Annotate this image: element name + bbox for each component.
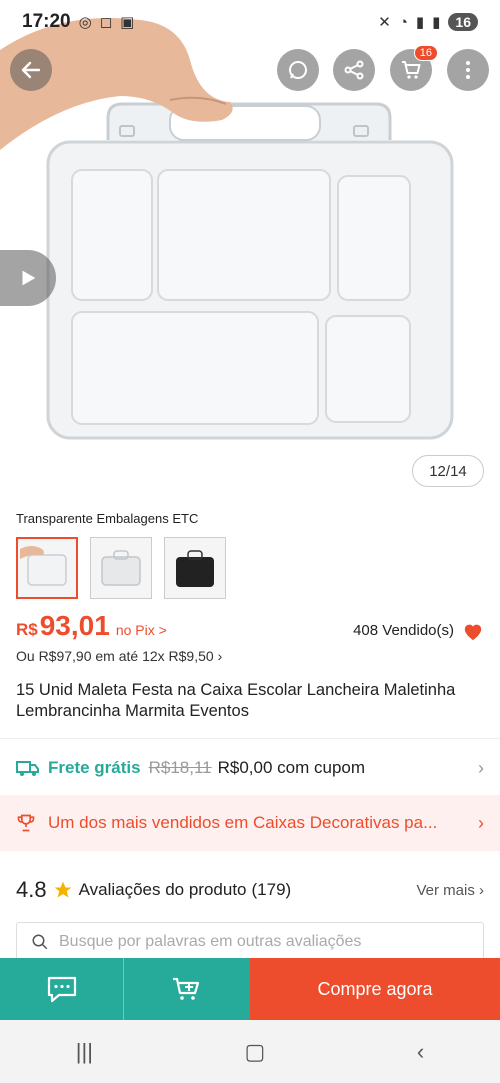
battery-indicator: 16 (448, 13, 478, 31)
more-vertical-icon (466, 61, 470, 79)
heart-icon[interactable] (462, 621, 484, 641)
whatsapp-icon (289, 61, 307, 79)
shipping-row[interactable]: Frete grátis R$18,11 R$0,00 com cupom › (16, 748, 484, 788)
sold-count: 408 Vendido(s) (353, 621, 484, 641)
trophy-icon (17, 814, 35, 832)
clock: 17:20 (22, 11, 71, 32)
variant-selector (16, 537, 226, 599)
variant-thumbnail-black[interactable] (164, 537, 226, 599)
cart-icon (402, 61, 421, 79)
variant-image (101, 550, 141, 586)
chevron-right-icon: › (479, 881, 484, 899)
installments-link[interactable]: Ou R$97,90 em até 12x R$9,50 › (16, 648, 222, 664)
status-bar: 17:20 ◎ ◻ ▣ ✕ ◔ ▮ ▮ 16 (0, 0, 500, 44)
recent-apps-icon[interactable]: ||| (76, 1039, 93, 1065)
search-icon (32, 934, 48, 950)
play-video-button[interactable] (0, 250, 56, 306)
mute-icon: ✕ (378, 14, 391, 31)
star-icon (54, 881, 71, 898)
instagram-icon: ◻ (99, 14, 113, 31)
share-icon (344, 60, 364, 80)
back-nav-icon[interactable]: ‹ (417, 1039, 424, 1065)
variant-thumbnail-clear-hand[interactable] (16, 537, 78, 599)
bestseller-banner[interactable]: Um dos mais vendidos em Caixas Decorativ… (0, 795, 500, 851)
product-gallery[interactable]: 17:20 ◎ ◻ ▣ ✕ ◔ ▮ ▮ 16 16 12/14 (0, 0, 500, 500)
variant-thumbnail-clear[interactable] (90, 537, 152, 599)
chevron-right-icon: › (478, 757, 484, 778)
wifi-icon: ◔ (398, 13, 408, 31)
truck-icon (16, 761, 39, 776)
cart-count-badge: 16 (413, 45, 438, 61)
add-to-cart-button[interactable] (124, 958, 250, 1020)
action-bar: Compre agora (0, 958, 500, 1020)
whatsapp-icon: ◎ (78, 14, 92, 31)
reviews-count: (179) (251, 880, 292, 899)
reviews-search-placeholder: Busque por palavras em outras avaliações (59, 933, 362, 950)
divider (0, 738, 500, 739)
see-more-reviews-link[interactable]: Ver mais › (416, 882, 484, 899)
chat-button[interactable] (0, 958, 124, 1020)
seller-name: Transparente Embalagens ETC (16, 511, 199, 526)
shipping-new-price: R$0,00 com cupom (217, 758, 366, 777)
back-button[interactable] (10, 49, 52, 91)
variant-image (20, 546, 67, 586)
system-nav-bar: ||| ▢ ‹ (0, 1020, 500, 1083)
shipping-old-price: R$18,11 (148, 758, 212, 777)
reviews-header: 4.8 Avaliações do produto (179) Ver mais… (16, 877, 484, 903)
pix-link[interactable]: no Pix > (116, 622, 167, 638)
add-cart-icon (173, 977, 200, 1000)
status-right: ✕ ◔ ▮ ▮ 16 (378, 13, 478, 31)
whatsapp-share-button[interactable] (277, 49, 319, 91)
more-options-button[interactable] (447, 49, 489, 91)
bestseller-text: Um dos mais vendidos em Caixas Decorativ… (48, 813, 438, 832)
share-button[interactable] (333, 49, 375, 91)
reviews-label: Avaliações do produto (78, 880, 247, 899)
sold-count-text: 408 Vendido(s) (353, 622, 454, 639)
free-shipping-label: Frete grátis (48, 758, 141, 777)
see-more-label: Ver mais (416, 881, 475, 899)
cart-button[interactable]: 16 (390, 45, 438, 91)
chat-icon (47, 976, 76, 1003)
signal-icon-2: ▮ (432, 14, 441, 31)
home-icon[interactable]: ▢ (245, 1039, 266, 1065)
status-left: 17:20 ◎ ◻ ▣ (22, 11, 134, 33)
price-row: R$ 93,01 no Pix > 408 Vendido(s) (16, 610, 484, 642)
variant-image (176, 550, 214, 587)
arrow-left-icon (21, 61, 41, 79)
image-counter: 12/14 (412, 455, 484, 487)
chevron-right-icon: › (478, 812, 484, 833)
rating-value: 4.8 (16, 877, 47, 902)
signal-icon: ▮ (415, 14, 425, 31)
price-currency: R$ (16, 620, 38, 639)
reviews-search-input[interactable]: Busque por palavras em outras avaliações (16, 922, 484, 962)
play-icon (22, 270, 36, 286)
screenshot-icon: ▣ (120, 14, 135, 31)
price-value: 93,01 (39, 610, 110, 641)
buy-now-button[interactable]: Compre agora (250, 958, 500, 1020)
product-title: 15 Unid Maleta Festa na Caixa Escolar La… (16, 681, 456, 720)
product-page: 17:20 ◎ ◻ ▣ ✕ ◔ ▮ ▮ 16 16 12/14 Transpar… (0, 0, 500, 1083)
